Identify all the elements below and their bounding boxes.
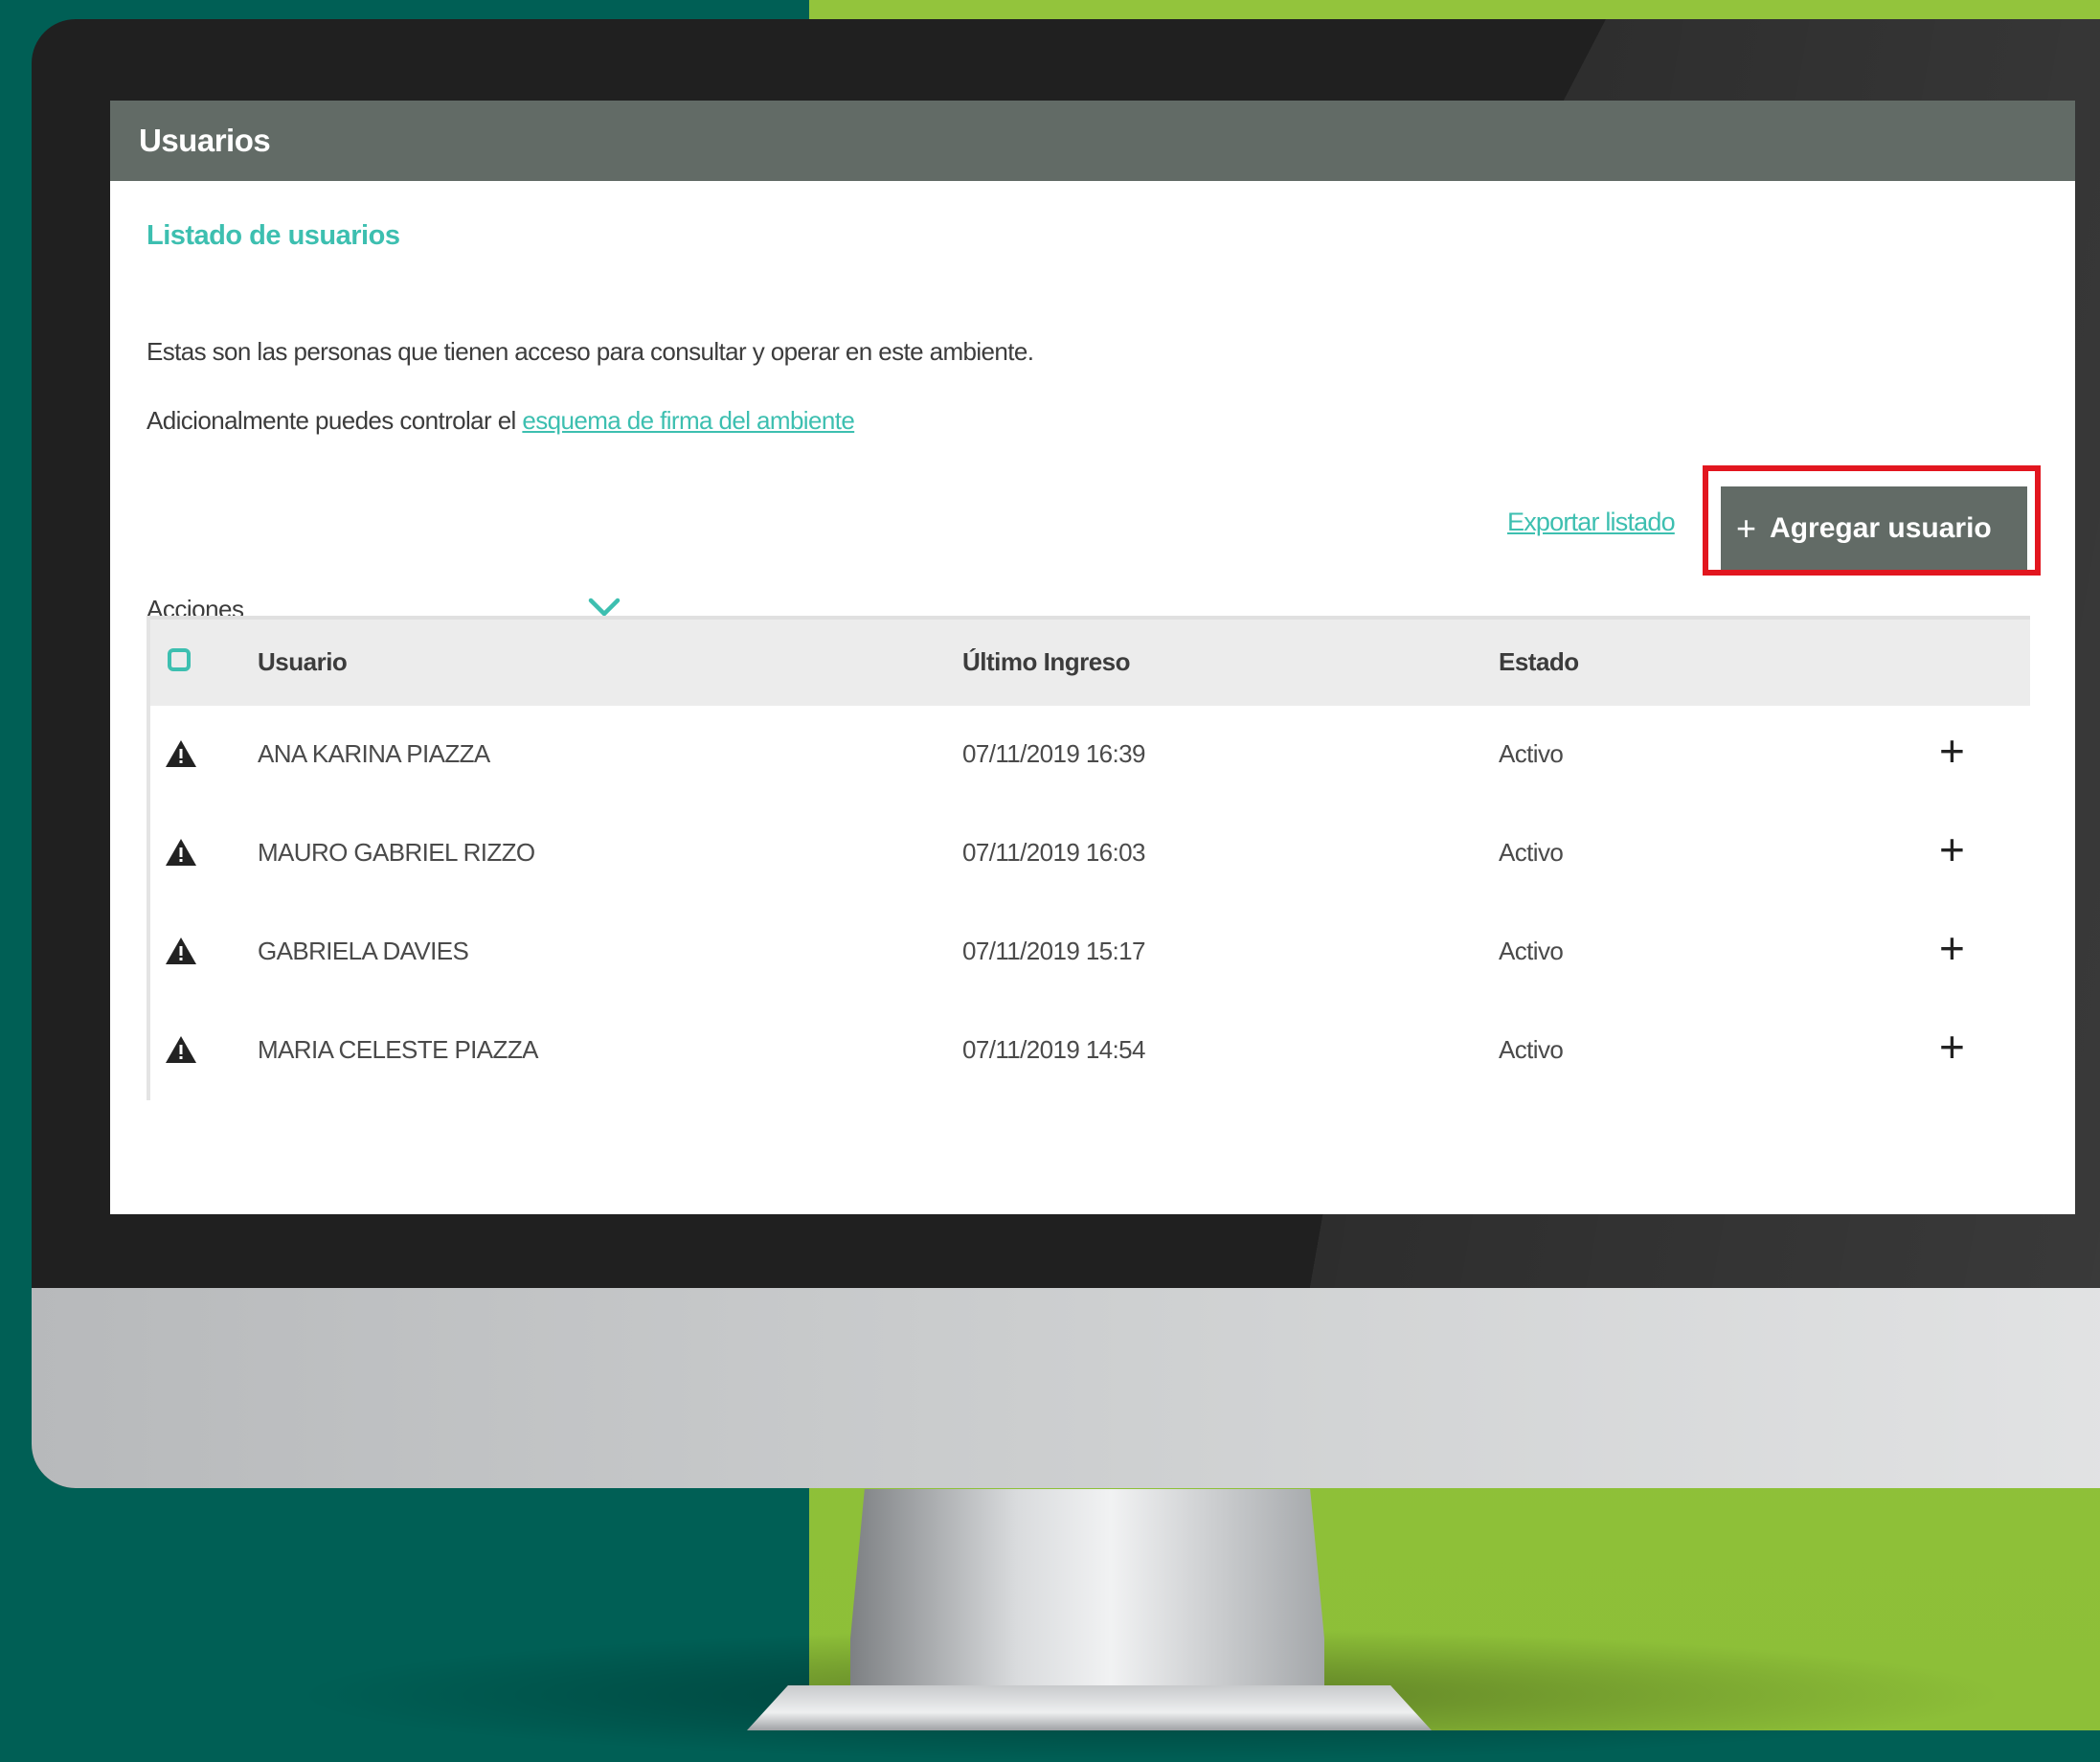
table-row[interactable]: GABRIELA DAVIES 07/11/2019 15:17 Activo … [150,903,2030,1002]
plus-icon[interactable]: + [1939,926,1965,970]
cell-estado: Activo [1499,838,1564,867]
plus-icon: + [1736,508,1757,548]
plus-icon[interactable]: + [1939,1025,1965,1069]
select-all-checkbox[interactable] [168,648,191,671]
cell-usuario: GABRIELA DAVIES [258,937,469,965]
cell-usuario: ANA KARINA PIAZZA [258,739,490,768]
warning-icon [166,937,196,964]
column-header-estado: Estado [1499,647,1579,676]
table-header: Usuario Último Ingreso Estado [150,616,2030,706]
column-header-ultimo-ingreso: Último Ingreso [962,647,1131,676]
warning-icon [166,1036,196,1063]
cell-ultimo-ingreso: 07/11/2019 14:54 [962,1035,1145,1064]
warning-icon [166,839,196,866]
cell-ultimo-ingreso: 07/11/2019 16:03 [962,838,1145,867]
export-list-link[interactable]: Exportar listado [1507,508,1676,537]
warning-icon [166,740,196,767]
users-table: Usuario Último Ingreso Estado ANA KARINA… [147,616,2030,1100]
plus-icon[interactable]: + [1939,729,1965,773]
plus-icon[interactable]: + [1939,827,1965,871]
description-text-2: Adicionalmente puedes controlar el esque… [147,406,855,436]
table-row[interactable]: MARIA CELESTE PIAZZA 07/11/2019 14:54 Ac… [150,1002,2030,1100]
page-title: Usuarios [110,101,2075,181]
monitor-chin [32,1288,2100,1488]
description-text: Estas son las personas que tienen acceso… [147,337,1034,366]
cell-usuario: MAURO GABRIEL RIZZO [258,838,535,867]
table-row[interactable]: ANA KARINA PIAZZA 07/11/2019 16:39 Activ… [150,706,2030,804]
add-user-label: Agregar usuario [1770,511,1992,544]
description-prefix: Adicionalmente puedes controlar el [147,406,523,435]
column-header-usuario: Usuario [258,647,348,676]
cell-ultimo-ingreso: 07/11/2019 16:39 [962,739,1145,768]
monitor-stand-base [747,1685,1432,1730]
section-title: Listado de usuarios [147,220,400,251]
cell-ultimo-ingreso: 07/11/2019 15:17 [962,937,1145,965]
signature-scheme-link[interactable]: esquema de firma del ambiente [522,406,854,435]
app-screen: Usuarios Listado de usuarios Estas son l… [110,101,2075,1214]
table-row[interactable]: MAURO GABRIEL RIZZO 07/11/2019 16:03 Act… [150,804,2030,903]
cell-estado: Activo [1499,937,1564,965]
add-user-button[interactable]: + Agregar usuario [1721,486,2027,570]
cell-estado: Activo [1499,739,1564,768]
cell-estado: Activo [1499,1035,1564,1064]
cell-usuario: MARIA CELESTE PIAZZA [258,1035,538,1064]
